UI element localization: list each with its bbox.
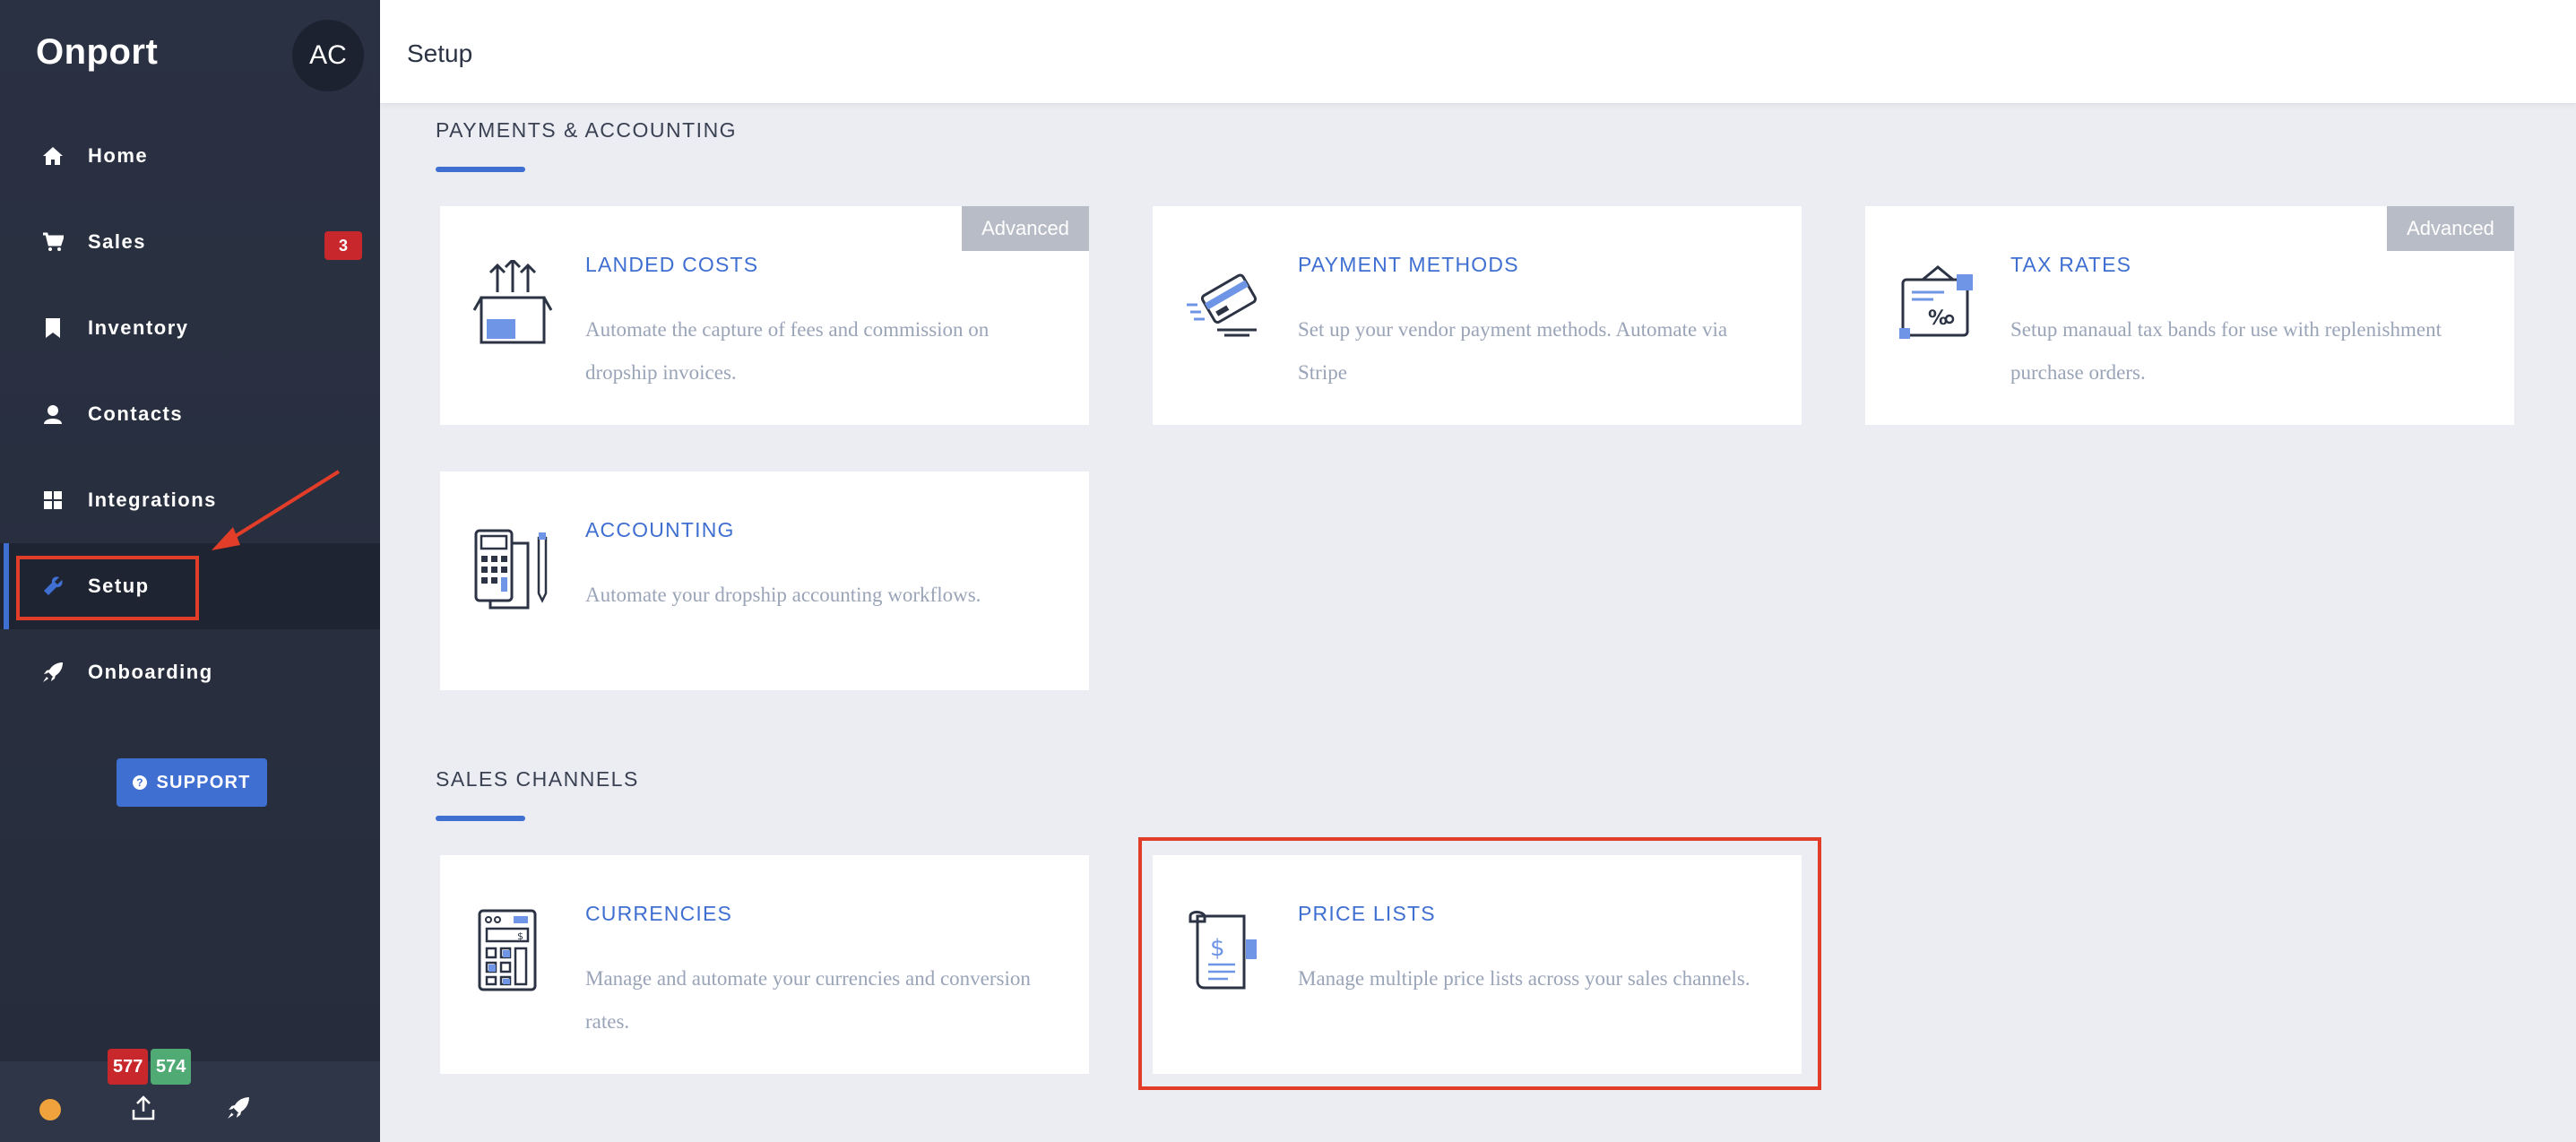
support-label: SUPPORT [156,772,251,792]
card-title: TAX RATES [2010,253,2132,276]
calculator-receipt-icon [472,525,553,615]
card-landed-costs[interactable]: LANDED COSTS Automate the capture of fee… [440,206,1089,425]
rocket-icon [41,661,65,684]
svg-text:$: $ [517,930,523,942]
card-title: CURRENCIES [585,902,733,925]
error-count-badge[interactable]: 577 [108,1049,149,1085]
sidebar-item-contacts[interactable]: Contacts [0,371,380,457]
card-title: ACCOUNTING [585,518,735,541]
rocket-icon[interactable] [224,1094,253,1122]
sidebar-item-label: Onboarding [88,661,213,683]
annotation-highlight-setup [16,556,199,620]
section-title-sales-channels: SALES CHANNELS [436,767,639,791]
sidebar-item-inventory[interactable]: Inventory [0,285,380,371]
sidebar-nav: Home Sales 3 Inventory Contacts Integrat… [0,113,380,715]
success-count-badge[interactable]: 574 [151,1049,192,1085]
bookmark-icon [41,316,65,340]
sidebar-item-sales[interactable]: Sales 3 [0,199,380,285]
section-title-payments: PAYMENTS & ACCOUNTING [436,118,738,142]
sidebar-item-home[interactable]: Home [0,113,380,199]
annotation-arrow-icon [212,470,341,550]
page-title: Setup [407,39,473,67]
card-title: LANDED COSTS [585,253,759,276]
sidebar-item-label: Home [88,144,149,167]
card-title: PAYMENT METHODS [1298,253,1519,276]
upload-icon[interactable] [129,1094,158,1122]
sidebar-item-label: Inventory [88,316,189,339]
sales-count-badge: 3 [324,231,362,260]
sidebar-item-label: Sales [88,230,146,253]
section-underline [436,167,525,172]
card-description: Automate the capture of fees and commiss… [585,318,990,384]
sidebar-item-label: Integrations [88,489,217,511]
advanced-badge: Advanced [2387,206,2514,251]
card-description: Automate your dropship accounting workfl… [585,584,981,606]
credit-card-icon [1185,260,1266,350]
home-icon [41,144,65,168]
advanced-badge: Advanced [962,206,1089,251]
cart-icon [41,230,65,254]
sidebar-item-onboarding[interactable]: Onboarding [0,629,380,715]
card-description: Setup manaual tax bands for use with rep… [2010,318,2442,384]
section-underline [436,816,525,821]
card-description: Set up your vendor payment methods. Auto… [1298,318,1728,384]
calculator-icon: $ [472,909,553,999]
brand-logo[interactable]: Onport [36,32,158,73]
svg-text:%: % [1928,307,1948,330]
avatar[interactable]: AC [292,20,364,91]
status-dot[interactable] [39,1099,61,1120]
help-icon: ? [133,775,148,790]
card-tax-rates[interactable]: % TAX RATES Setup manaual tax bands for … [1865,206,2514,425]
top-header: Setup [380,0,2576,104]
card-description: Manage and automate your currencies and … [585,967,1031,1033]
sidebar-item-label: Contacts [88,402,184,425]
tax-percent-icon: % [1897,260,1978,350]
user-icon [41,402,65,426]
card-currencies[interactable]: $ CURRENCIES Manage and automate your cu… [440,855,1089,1074]
grid-icon [41,489,65,512]
box-arrows-icon [472,257,553,350]
card-payment-methods[interactable]: PAYMENT METHODS Set up your vendor payme… [1153,206,1802,425]
annotation-highlight-price-lists [1138,837,1821,1090]
card-accounting[interactable]: ACCOUNTING Automate your dropship accoun… [440,472,1089,690]
support-button[interactable]: ? SUPPORT [117,758,267,807]
